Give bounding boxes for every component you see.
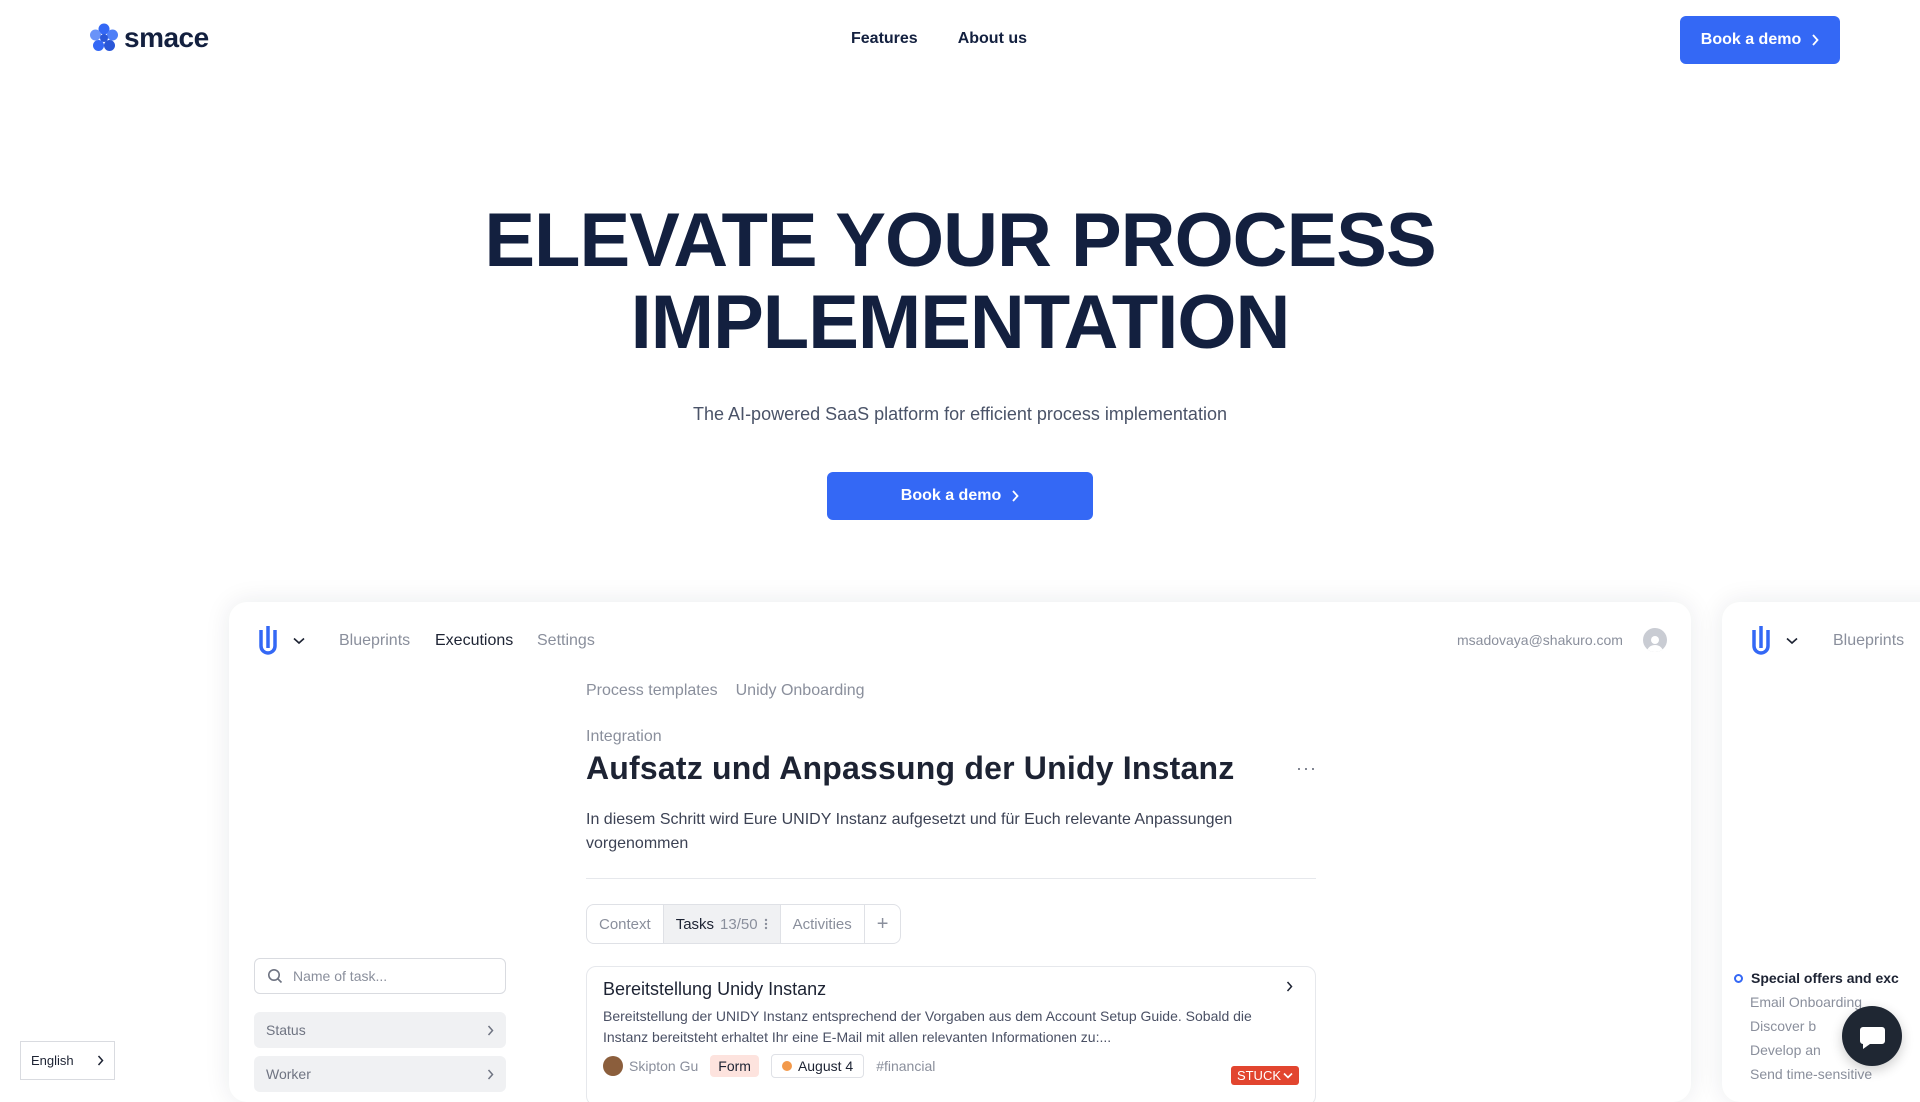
step-title: Aufsatz und Anpassung der Unidy Instanz	[586, 750, 1235, 786]
selected-ring-icon	[1734, 973, 1743, 983]
app-workspace-switcher[interactable]	[1750, 624, 1798, 658]
user-icon	[1647, 636, 1663, 652]
breadcrumb-process-templates[interactable]: Process templates	[586, 682, 718, 700]
hero-subtitle: The AI-powered SaaS platform for efficie…	[693, 404, 1227, 424]
book-demo-header-label: Book a demo	[1700, 31, 1802, 48]
chevron-right-icon	[97, 1055, 104, 1066]
filter-status[interactable]: Status	[254, 1012, 506, 1048]
list-heading[interactable]: Special offers and exc	[1734, 966, 1899, 990]
due-date-label: August 4	[797, 1058, 854, 1074]
task-description: Bereitstellung der UNIDY Instanz entspre…	[603, 1008, 1252, 1045]
breadcrumb-unidy-onboarding[interactable]: Unidy Onboarding	[736, 682, 865, 700]
tab-blueprints[interactable]: Blueprints	[339, 632, 410, 650]
add-tab-button[interactable]: +	[865, 905, 901, 943]
list-heading-label: Special offers and exc	[1751, 970, 1899, 986]
task-title: Bereitstellung Unidy Instanz	[603, 979, 827, 999]
step-description: In diesem Schritt wird Eure UNIDY Instan…	[586, 811, 1233, 852]
tasks-count: 13/50	[720, 915, 758, 933]
tab-settings[interactable]: Settings	[537, 632, 595, 650]
search-icon	[268, 969, 283, 984]
task-assignee[interactable]: Skipton Gu	[603, 1056, 698, 1076]
step-section-label: Integration	[586, 728, 662, 745]
chevron-right-icon	[1286, 981, 1293, 992]
task-card[interactable]: Bereitstellung Unidy Instanz Bereitstell…	[586, 966, 1316, 1102]
language-selector[interactable]: English	[20, 1041, 115, 1080]
book-demo-header-button[interactable]: Book a demo	[1680, 16, 1840, 64]
chevron-down-icon	[293, 637, 305, 645]
tab-context[interactable]: Context	[587, 905, 664, 943]
tab-executions[interactable]: Executions	[435, 632, 513, 650]
step-tabs: Context Tasks 13/50 Activities +	[586, 904, 902, 944]
book-demo-hero-button[interactable]: Book a demo	[827, 472, 1093, 520]
task-search-input[interactable]	[293, 968, 483, 984]
chevron-right-icon	[1812, 34, 1819, 46]
task-tag[interactable]: #financial	[876, 1058, 935, 1074]
task-search-box[interactable]	[254, 958, 506, 994]
top-navigation: smace Features About us Book a demo	[0, 0, 1920, 80]
filter-worker[interactable]: Worker	[254, 1056, 506, 1092]
chevron-right-icon	[487, 1025, 494, 1035]
nav-link-features[interactable]: Features	[851, 30, 918, 48]
tab-blueprints[interactable]: Blueprints	[1833, 632, 1904, 650]
chevron-right-icon	[487, 1069, 494, 1079]
hero-title-line-1: ELEVATE YOUR PROCESS	[484, 198, 1436, 283]
assignee-avatar	[603, 1056, 623, 1076]
app-logo-icon	[259, 626, 277, 655]
smace-logo-icon	[90, 23, 118, 51]
tab-tasks[interactable]: Tasks 13/50	[663, 905, 781, 943]
task-due-date[interactable]: August 4	[770, 1054, 865, 1078]
nav-link-about-us[interactable]: About us	[958, 30, 1027, 48]
main-nav: Features About us	[851, 30, 1027, 48]
task-type-badge: Form	[710, 1055, 759, 1077]
filter-status-label: Status	[266, 1022, 306, 1038]
book-demo-hero-label: Book a demo	[900, 487, 1002, 504]
task-status-label: STUCK	[1236, 1068, 1281, 1083]
user-email: msadovaya@shakuro.com	[1457, 632, 1623, 648]
drag-handle-icon	[764, 918, 767, 930]
chat-bubble-icon	[1860, 1027, 1885, 1049]
divider	[586, 878, 1316, 879]
tab-tasks-label: Tasks	[675, 915, 715, 933]
chevron-down-icon	[1786, 637, 1798, 645]
assignee-name: Skipton Gu	[629, 1058, 699, 1074]
task-meta: Skipton Gu Form August 4 #financial	[603, 1054, 1299, 1078]
user-avatar[interactable]	[1643, 628, 1667, 652]
hero-title: ELEVATE YOUR PROCESS IMPLEMENTATION	[0, 200, 1920, 364]
brand-logo[interactable]: smace	[88, 22, 209, 54]
chevron-right-icon	[1012, 490, 1019, 502]
app-logo-icon	[1752, 626, 1770, 655]
tab-activities[interactable]: Activities	[781, 905, 865, 943]
hero-title-line-2: IMPLEMENTATION	[630, 280, 1291, 365]
breadcrumb: Process templates Unidy Onboarding	[586, 682, 865, 700]
more-options-button[interactable]: ···	[1296, 758, 1317, 779]
chat-widget-button[interactable]	[1842, 1006, 1902, 1066]
language-label: English	[31, 1053, 74, 1068]
task-status-badge[interactable]: STUCK	[1230, 1066, 1299, 1085]
brand-name: smace	[124, 22, 209, 53]
app-workspace-switcher[interactable]	[257, 624, 305, 658]
due-date-indicator-icon	[781, 1061, 792, 1071]
app-preview: Blueprints Executions Settings msadovaya…	[229, 602, 1691, 1102]
chevron-down-icon	[1283, 1072, 1293, 1079]
